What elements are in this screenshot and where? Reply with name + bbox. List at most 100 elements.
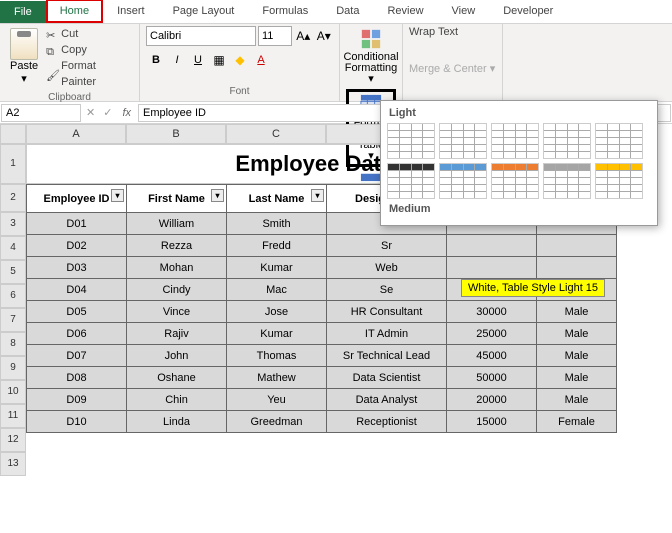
italic-button[interactable]: I bbox=[167, 50, 187, 70]
table-cell[interactable]: Data Analyst bbox=[327, 389, 447, 411]
increase-font-button[interactable]: A▴ bbox=[294, 26, 313, 46]
table-cell[interactable]: Sr bbox=[327, 235, 447, 257]
table-cell[interactable]: Jose bbox=[227, 301, 327, 323]
cancel-icon[interactable]: ✕ bbox=[82, 106, 99, 119]
row-header[interactable]: 11 bbox=[0, 404, 26, 428]
table-cell[interactable]: Chin bbox=[127, 389, 227, 411]
row-header[interactable]: 12 bbox=[0, 428, 26, 452]
table-header[interactable]: Employee ID▾ bbox=[27, 185, 127, 213]
table-cell[interactable]: Web bbox=[327, 257, 447, 279]
table-cell[interactable]: 30000 bbox=[447, 301, 537, 323]
table-cell[interactable]: Male bbox=[537, 389, 617, 411]
table-cell[interactable]: D09 bbox=[27, 389, 127, 411]
table-cell[interactable]: 25000 bbox=[447, 323, 537, 345]
table-style-option[interactable] bbox=[439, 123, 487, 159]
row-header[interactable]: 4 bbox=[0, 236, 26, 260]
font-name-select[interactable] bbox=[146, 26, 256, 46]
tab-home[interactable]: Home bbox=[46, 0, 103, 23]
tab-developer[interactable]: Developer bbox=[489, 0, 567, 23]
underline-button[interactable]: U bbox=[188, 50, 208, 70]
table-cell[interactable]: Mac bbox=[227, 279, 327, 301]
table-style-option[interactable] bbox=[439, 163, 487, 199]
enter-icon[interactable]: ✓ bbox=[99, 106, 116, 119]
col-header[interactable]: C bbox=[226, 124, 326, 144]
decrease-font-button[interactable]: A▾ bbox=[315, 26, 334, 46]
table-cell[interactable]: Thomas bbox=[227, 345, 327, 367]
table-cell[interactable] bbox=[447, 235, 537, 257]
table-style-option[interactable] bbox=[491, 123, 539, 159]
table-cell[interactable]: Rajiv bbox=[127, 323, 227, 345]
filter-icon[interactable]: ▾ bbox=[311, 189, 324, 202]
filter-icon[interactable]: ▾ bbox=[111, 189, 124, 202]
table-cell[interactable]: IT Admin bbox=[327, 323, 447, 345]
table-cell[interactable]: Sr Technical Lead bbox=[327, 345, 447, 367]
paste-button[interactable]: Paste ▾ bbox=[6, 26, 42, 90]
table-cell[interactable]: William bbox=[127, 213, 227, 235]
table-cell[interactable]: D01 bbox=[27, 213, 127, 235]
row-header[interactable]: 1 bbox=[0, 144, 26, 184]
table-style-option[interactable] bbox=[387, 123, 435, 159]
cut-button[interactable]: ✂Cut bbox=[46, 26, 133, 42]
table-cell[interactable]: Oshane bbox=[127, 367, 227, 389]
row-header[interactable]: 13 bbox=[0, 452, 26, 476]
format-painter-button[interactable]: 🖌Format Painter bbox=[46, 58, 133, 90]
table-cell[interactable]: Male bbox=[537, 323, 617, 345]
table-cell[interactable]: 15000 bbox=[447, 411, 537, 433]
table-cell[interactable]: Data Scientist bbox=[327, 367, 447, 389]
table-cell[interactable]: D06 bbox=[27, 323, 127, 345]
row-header[interactable]: 9 bbox=[0, 356, 26, 380]
table-cell[interactable]: Kumar bbox=[227, 323, 327, 345]
table-cell[interactable]: 20000 bbox=[447, 389, 537, 411]
row-header[interactable]: 6 bbox=[0, 284, 26, 308]
table-style-option[interactable] bbox=[595, 163, 643, 199]
table-cell[interactable]: Smith bbox=[227, 213, 327, 235]
font-color-button[interactable]: A bbox=[251, 50, 271, 70]
table-style-option[interactable] bbox=[543, 163, 591, 199]
wrap-text-button[interactable]: Wrap Text bbox=[409, 26, 496, 38]
table-cell[interactable]: HR Consultant bbox=[327, 301, 447, 323]
table-cell[interactable]: Linda bbox=[127, 411, 227, 433]
bold-button[interactable]: B bbox=[146, 50, 166, 70]
table-style-option[interactable] bbox=[543, 123, 591, 159]
table-cell[interactable]: Rezza bbox=[127, 235, 227, 257]
table-cell[interactable]: D10 bbox=[27, 411, 127, 433]
font-size-select[interactable] bbox=[258, 26, 292, 46]
table-cell[interactable] bbox=[537, 235, 617, 257]
merge-center-button[interactable]: Merge & Center ▾ bbox=[409, 62, 496, 75]
table-cell[interactable]: D05 bbox=[27, 301, 127, 323]
table-style-option[interactable] bbox=[491, 163, 539, 199]
table-cell[interactable]: Greedman bbox=[227, 411, 327, 433]
copy-button[interactable]: ⧉Copy bbox=[46, 42, 133, 58]
table-header[interactable]: Last Name▾ bbox=[227, 185, 327, 213]
table-cell[interactable]: John bbox=[127, 345, 227, 367]
table-cell[interactable]: 50000 bbox=[447, 367, 537, 389]
table-cell[interactable]: D03 bbox=[27, 257, 127, 279]
table-header[interactable]: First Name▾ bbox=[127, 185, 227, 213]
row-header[interactable]: 5 bbox=[0, 260, 26, 284]
row-header[interactable]: 2 bbox=[0, 184, 26, 212]
table-cell[interactable]: Se bbox=[327, 279, 447, 301]
table-cell[interactable]: Vince bbox=[127, 301, 227, 323]
table-cell[interactable]: Male bbox=[537, 301, 617, 323]
table-cell[interactable]: Mathew bbox=[227, 367, 327, 389]
table-cell[interactable] bbox=[447, 257, 537, 279]
fx-icon[interactable]: fx bbox=[116, 107, 137, 119]
table-cell[interactable]: D02 bbox=[27, 235, 127, 257]
table-cell[interactable]: Female bbox=[537, 411, 617, 433]
table-cell[interactable]: 45000 bbox=[447, 345, 537, 367]
table-cell[interactable]: Mohan bbox=[127, 257, 227, 279]
table-cell[interactable] bbox=[537, 257, 617, 279]
tab-review[interactable]: Review bbox=[373, 0, 437, 23]
table-cell[interactable]: Male bbox=[537, 345, 617, 367]
table-cell[interactable]: D04 bbox=[27, 279, 127, 301]
table-cell[interactable]: Male bbox=[537, 367, 617, 389]
table-cell[interactable]: D07 bbox=[27, 345, 127, 367]
filter-icon[interactable]: ▾ bbox=[211, 189, 224, 202]
col-header[interactable]: A bbox=[26, 124, 126, 144]
conditional-formatting-button[interactable]: Conditional Formatting▾ bbox=[346, 26, 396, 87]
table-cell[interactable]: Yeu bbox=[227, 389, 327, 411]
row-header[interactable]: 10 bbox=[0, 380, 26, 404]
tab-formulas[interactable]: Formulas bbox=[248, 0, 322, 23]
row-header[interactable]: 8 bbox=[0, 332, 26, 356]
table-style-option[interactable] bbox=[595, 123, 643, 159]
